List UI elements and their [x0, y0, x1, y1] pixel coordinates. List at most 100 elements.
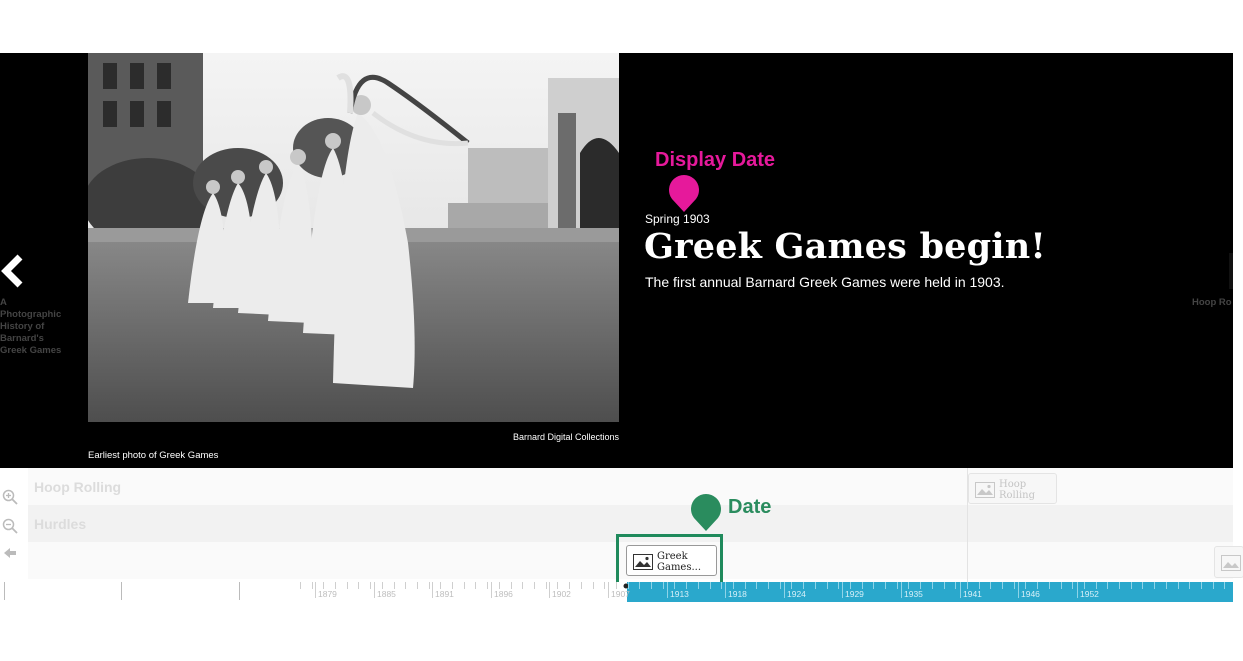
axis-year-label: 1929 — [845, 589, 864, 599]
axis-year-label: 1907 — [611, 589, 630, 599]
axis-minor-tick — [791, 582, 792, 589]
axis-minor-tick — [955, 582, 956, 589]
axis-minor-tick — [394, 582, 395, 589]
axis-minor-tick — [1096, 582, 1097, 589]
axis-year-tick — [784, 582, 785, 598]
axis-year-label: 1885 — [377, 589, 396, 599]
axis-minor-tick — [475, 582, 476, 589]
axis-minor-tick — [1224, 582, 1225, 589]
back-icon[interactable] — [2, 545, 18, 561]
image-icon — [1221, 555, 1241, 571]
axis-minor-tick — [838, 582, 839, 589]
axis-minor-tick — [604, 582, 605, 589]
axis-minor-tick — [1142, 582, 1143, 589]
axis-minor-tick — [1107, 582, 1108, 589]
axis-minor-tick — [932, 582, 933, 589]
axis-minor-tick — [1119, 582, 1120, 589]
axis-minor-tick — [768, 582, 769, 589]
axis-minor-tick — [1025, 582, 1026, 589]
zoom-out-icon[interactable] — [2, 518, 18, 534]
marker-title-line: Rolling — [999, 490, 1035, 501]
axis-year-tick — [960, 582, 961, 598]
axis-minor-tick — [452, 582, 453, 589]
axis-year-label: 1918 — [728, 589, 747, 599]
axis-minor-tick — [862, 582, 863, 589]
axis-year-tick — [315, 582, 316, 598]
next-slide-arrow[interactable] — [1229, 253, 1233, 289]
axis-minor-tick — [522, 582, 523, 589]
axis-minor-tick — [405, 582, 406, 589]
axis-minor-tick — [546, 582, 547, 589]
axis-minor-tick — [1037, 582, 1038, 589]
axis-minor-tick — [756, 582, 757, 589]
axis-minor-tick — [1049, 582, 1050, 589]
slide-viewer: A Photographic History of Barnard's Gree… — [0, 53, 1233, 468]
axis-year-tick — [549, 582, 550, 598]
axis-minor-tick — [733, 582, 734, 589]
timeline-nav: Hoop Rolling Hurdles Hoop Rolling Greek … — [0, 468, 1243, 602]
axis-minor-tick — [382, 582, 383, 589]
axis-minor-tick — [429, 582, 430, 589]
axis-minor-tick — [908, 582, 909, 589]
axis-year-tick — [608, 582, 609, 598]
map-pin-icon — [691, 494, 721, 531]
axis-year-tick — [901, 582, 902, 598]
axis-minor-tick — [990, 582, 991, 589]
axis-minor-tick — [1178, 582, 1179, 589]
axis-minor-tick — [698, 582, 699, 589]
media-caption: Earliest photo of Greek Games — [88, 450, 219, 461]
axis-minor-tick — [815, 582, 816, 589]
axis-year-label: 1913 — [670, 589, 689, 599]
axis-year-label: 1935 — [904, 589, 923, 599]
chevron-left-icon[interactable] — [0, 253, 26, 289]
axis-minor-tick — [1154, 582, 1155, 589]
group-label-hurdles: Hurdles — [34, 516, 87, 532]
axis-year-label: 1879 — [318, 589, 337, 599]
axis-minor-tick — [593, 582, 594, 589]
axis-minor-tick — [300, 582, 301, 589]
axis-minor-tick — [499, 582, 500, 589]
display-date: Spring 1903 — [645, 212, 710, 226]
axis-year-tick — [1018, 582, 1019, 598]
axis-minor-tick — [440, 582, 441, 589]
axis-minor-tick — [710, 582, 711, 589]
next-slide-title[interactable]: Hoop Ro — [1192, 297, 1232, 308]
axis-minor-tick — [628, 582, 629, 589]
date-annotation: Date — [728, 496, 772, 518]
axis-minor-tick — [1014, 582, 1015, 589]
axis-minor-tick — [873, 582, 874, 589]
slide-text: The first annual Barnard Greek Games wer… — [645, 274, 1005, 290]
marker-title: Hoop Rolling — [999, 479, 1035, 501]
axis-minor-tick — [1131, 582, 1132, 589]
axis-year-tick — [432, 582, 433, 598]
axis-minor-tick — [417, 582, 418, 589]
marker-offscreen[interactable] — [1214, 546, 1243, 578]
time-axis: 1879 1885 1891 1896 1902 1907 1913 1918 1924 1929… — [0, 582, 1233, 602]
map-pin-icon — [669, 175, 699, 212]
axis-minor-tick — [674, 582, 675, 589]
axis-minor-tick — [358, 582, 359, 589]
media-credit: Barnard Digital Collections — [512, 432, 619, 442]
marker-hoop-rolling[interactable]: Hoop Rolling — [968, 473, 1057, 504]
axis-year-label: 1952 — [1080, 589, 1099, 599]
axis-major-tick — [121, 582, 122, 600]
axis-minor-tick — [323, 582, 324, 589]
axis-year-label: 1902 — [552, 589, 571, 599]
axis-minor-tick — [803, 582, 804, 589]
axis-year-label: 1896 — [494, 589, 513, 599]
axis-year-tick — [725, 582, 726, 598]
axis-minor-tick — [569, 582, 570, 589]
axis-minor-tick — [312, 582, 313, 589]
axis-minor-tick — [897, 582, 898, 589]
axis-minor-tick — [780, 582, 781, 589]
axis-minor-tick — [944, 582, 945, 589]
axis-minor-tick — [639, 582, 640, 589]
axis-minor-tick — [827, 582, 828, 589]
axis-year-tick — [1077, 582, 1078, 598]
axis-minor-tick — [1072, 582, 1073, 589]
image-icon — [975, 482, 995, 498]
axis-minor-tick — [511, 582, 512, 589]
previous-slide-title[interactable]: A Photographic History of Barnard's Gree… — [0, 297, 66, 357]
axis-minor-tick — [967, 582, 968, 589]
zoom-in-icon[interactable] — [2, 489, 18, 505]
